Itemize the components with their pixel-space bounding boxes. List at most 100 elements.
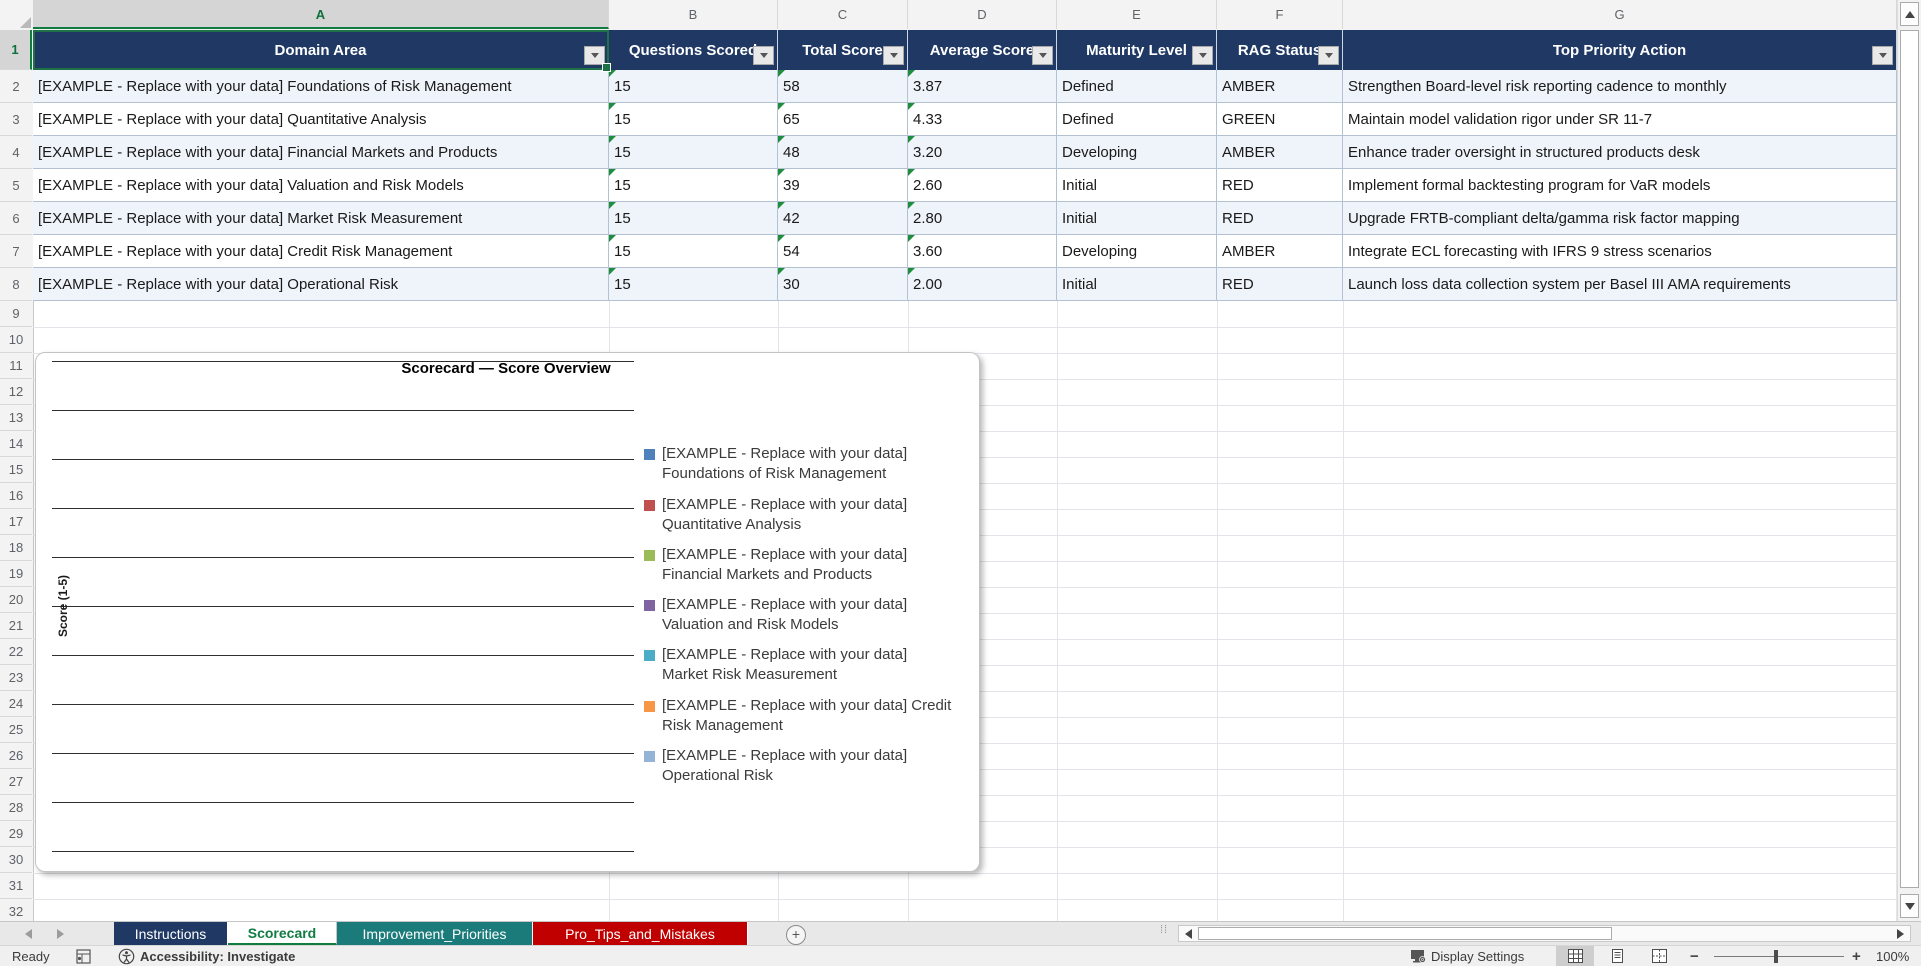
table-cell[interactable]: Enhance trader oversight in structured p… <box>1343 136 1897 169</box>
column-header-0[interactable]: Domain Area <box>33 30 609 70</box>
table-cell[interactable]: 4.33 <box>908 103 1057 136</box>
row-number-32[interactable]: 32 <box>0 899 32 921</box>
filter-button[interactable] <box>1872 46 1893 65</box>
table-cell[interactable]: 39 <box>778 169 908 202</box>
table-cell[interactable]: 15 <box>609 103 778 136</box>
table-cell[interactable]: 2.80 <box>908 202 1057 235</box>
macro-record-button[interactable] <box>76 946 91 966</box>
row-number-22[interactable]: 22 <box>0 639 32 665</box>
row-number-20[interactable]: 20 <box>0 587 32 613</box>
table-cell[interactable]: [EXAMPLE - Replace with your data] Found… <box>33 70 609 103</box>
table-cell[interactable]: Defined <box>1057 70 1217 103</box>
column-letter-C[interactable]: C <box>778 0 908 29</box>
row-number-11[interactable]: 11 <box>0 353 32 379</box>
row-number-6[interactable]: 6 <box>0 202 32 235</box>
row-number-23[interactable]: 23 <box>0 665 32 691</box>
row-number-12[interactable]: 12 <box>0 379 32 405</box>
table-cell[interactable]: 58 <box>778 70 908 103</box>
column-letter-F[interactable]: F <box>1217 0 1343 29</box>
table-cell[interactable]: 15 <box>609 268 778 301</box>
zoom-slider[interactable] <box>1714 956 1844 957</box>
row-number-15[interactable]: 15 <box>0 457 32 483</box>
table-cell[interactable]: AMBER <box>1217 235 1343 268</box>
table-cell[interactable]: Developing <box>1057 136 1217 169</box>
filter-button[interactable] <box>753 46 774 65</box>
table-cell[interactable]: 15 <box>609 202 778 235</box>
table-cell[interactable]: Developing <box>1057 235 1217 268</box>
sheet-tab-pro_tips_and_mistakes[interactable]: Pro_Tips_and_Mistakes <box>533 922 748 945</box>
filter-button[interactable] <box>584 46 605 65</box>
row-number-25[interactable]: 25 <box>0 717 32 743</box>
row-number-26[interactable]: 26 <box>0 743 32 769</box>
scroll-right-button[interactable] <box>1892 927 1909 940</box>
filter-button[interactable] <box>1032 46 1053 65</box>
table-cell[interactable]: 65 <box>778 103 908 136</box>
table-cell[interactable]: 42 <box>778 202 908 235</box>
table-cell[interactable]: 3.20 <box>908 136 1057 169</box>
column-letter-A[interactable]: A <box>33 0 609 29</box>
table-cell[interactable]: Implement formal backtesting program for… <box>1343 169 1897 202</box>
column-letter-G[interactable]: G <box>1343 0 1897 29</box>
row-number-10[interactable]: 10 <box>0 327 32 353</box>
zoom-level-button[interactable]: 100% <box>1876 946 1909 966</box>
normal-view-button[interactable] <box>1556 946 1594 966</box>
row-number-4[interactable]: 4 <box>0 136 32 169</box>
table-cell[interactable]: 3.87 <box>908 70 1057 103</box>
zoom-in-button[interactable]: + <box>1852 946 1861 966</box>
table-cell[interactable]: Initial <box>1057 268 1217 301</box>
row-number-19[interactable]: 19 <box>0 561 32 587</box>
table-cell[interactable]: [EXAMPLE - Replace with your data] Finan… <box>33 136 609 169</box>
scroll-down-button[interactable] <box>1900 894 1919 918</box>
table-cell[interactable]: 2.00 <box>908 268 1057 301</box>
table-cell[interactable]: 3.60 <box>908 235 1057 268</box>
column-letter-E[interactable]: E <box>1057 0 1217 29</box>
row-number-14[interactable]: 14 <box>0 431 32 457</box>
table-cell[interactable]: 15 <box>609 136 778 169</box>
sheet-tab-scorecard[interactable]: Scorecard <box>228 922 337 945</box>
row-number-31[interactable]: 31 <box>0 873 32 899</box>
row-number-9[interactable]: 9 <box>0 301 32 327</box>
table-cell[interactable]: [EXAMPLE - Replace with your data] Valua… <box>33 169 609 202</box>
scrollbar-resize-handle[interactable]: ⁞⁞ <box>1160 926 1168 934</box>
column-header-3[interactable]: Average Score <box>908 30 1057 70</box>
zoom-slider-thumb[interactable] <box>1774 950 1778 963</box>
filter-button[interactable] <box>1318 46 1339 65</box>
select-all-corner[interactable] <box>0 0 34 31</box>
display-settings-button[interactable]: Display Settings <box>1410 946 1524 966</box>
column-header-2[interactable]: Total Score <box>778 30 908 70</box>
row-number-18[interactable]: 18 <box>0 535 32 561</box>
add-sheet-button[interactable]: + <box>786 925 806 945</box>
row-number-24[interactable]: 24 <box>0 691 32 717</box>
vertical-scrollbar-thumb[interactable] <box>1900 30 1919 888</box>
table-cell[interactable]: 15 <box>609 70 778 103</box>
table-cell[interactable]: Integrate ECL forecasting with IFRS 9 st… <box>1343 235 1897 268</box>
row-number-27[interactable]: 27 <box>0 769 32 795</box>
table-cell[interactable]: Upgrade FRTB-compliant delta/gamma risk … <box>1343 202 1897 235</box>
accessibility-checker-button[interactable]: Accessibility: Investigate <box>118 946 295 966</box>
row-number-13[interactable]: 13 <box>0 405 32 431</box>
page-break-view-button[interactable] <box>1640 946 1678 966</box>
score-overview-chart[interactable]: Scorecard — Score Overview Score (1-5) [… <box>35 352 980 872</box>
vertical-scrollbar[interactable] <box>1897 0 1921 921</box>
table-cell[interactable]: RED <box>1217 268 1343 301</box>
row-number-3[interactable]: 3 <box>0 103 32 136</box>
table-cell[interactable]: [EXAMPLE - Replace with your data] Quant… <box>33 103 609 136</box>
column-letter-B[interactable]: B <box>609 0 778 29</box>
table-cell[interactable]: [EXAMPLE - Replace with your data] Credi… <box>33 235 609 268</box>
filter-button[interactable] <box>883 46 904 65</box>
table-cell[interactable]: GREEN <box>1217 103 1343 136</box>
row-number-29[interactable]: 29 <box>0 821 32 847</box>
table-cell[interactable]: 2.60 <box>908 169 1057 202</box>
table-cell[interactable]: Defined <box>1057 103 1217 136</box>
scroll-left-button[interactable] <box>1180 927 1197 940</box>
row-number-1[interactable]: 1 <box>0 30 32 70</box>
row-number-8[interactable]: 8 <box>0 268 32 301</box>
table-cell[interactable]: RED <box>1217 202 1343 235</box>
table-cell[interactable]: Initial <box>1057 169 1217 202</box>
column-header-1[interactable]: Questions Scored <box>609 30 778 70</box>
table-cell[interactable]: Launch loss data collection system per B… <box>1343 268 1897 301</box>
row-number-2[interactable]: 2 <box>0 70 32 103</box>
column-header-5[interactable]: RAG Status <box>1217 30 1343 70</box>
horizontal-scrollbar[interactable] <box>1178 925 1911 942</box>
horizontal-scrollbar-thumb[interactable] <box>1198 927 1612 940</box>
